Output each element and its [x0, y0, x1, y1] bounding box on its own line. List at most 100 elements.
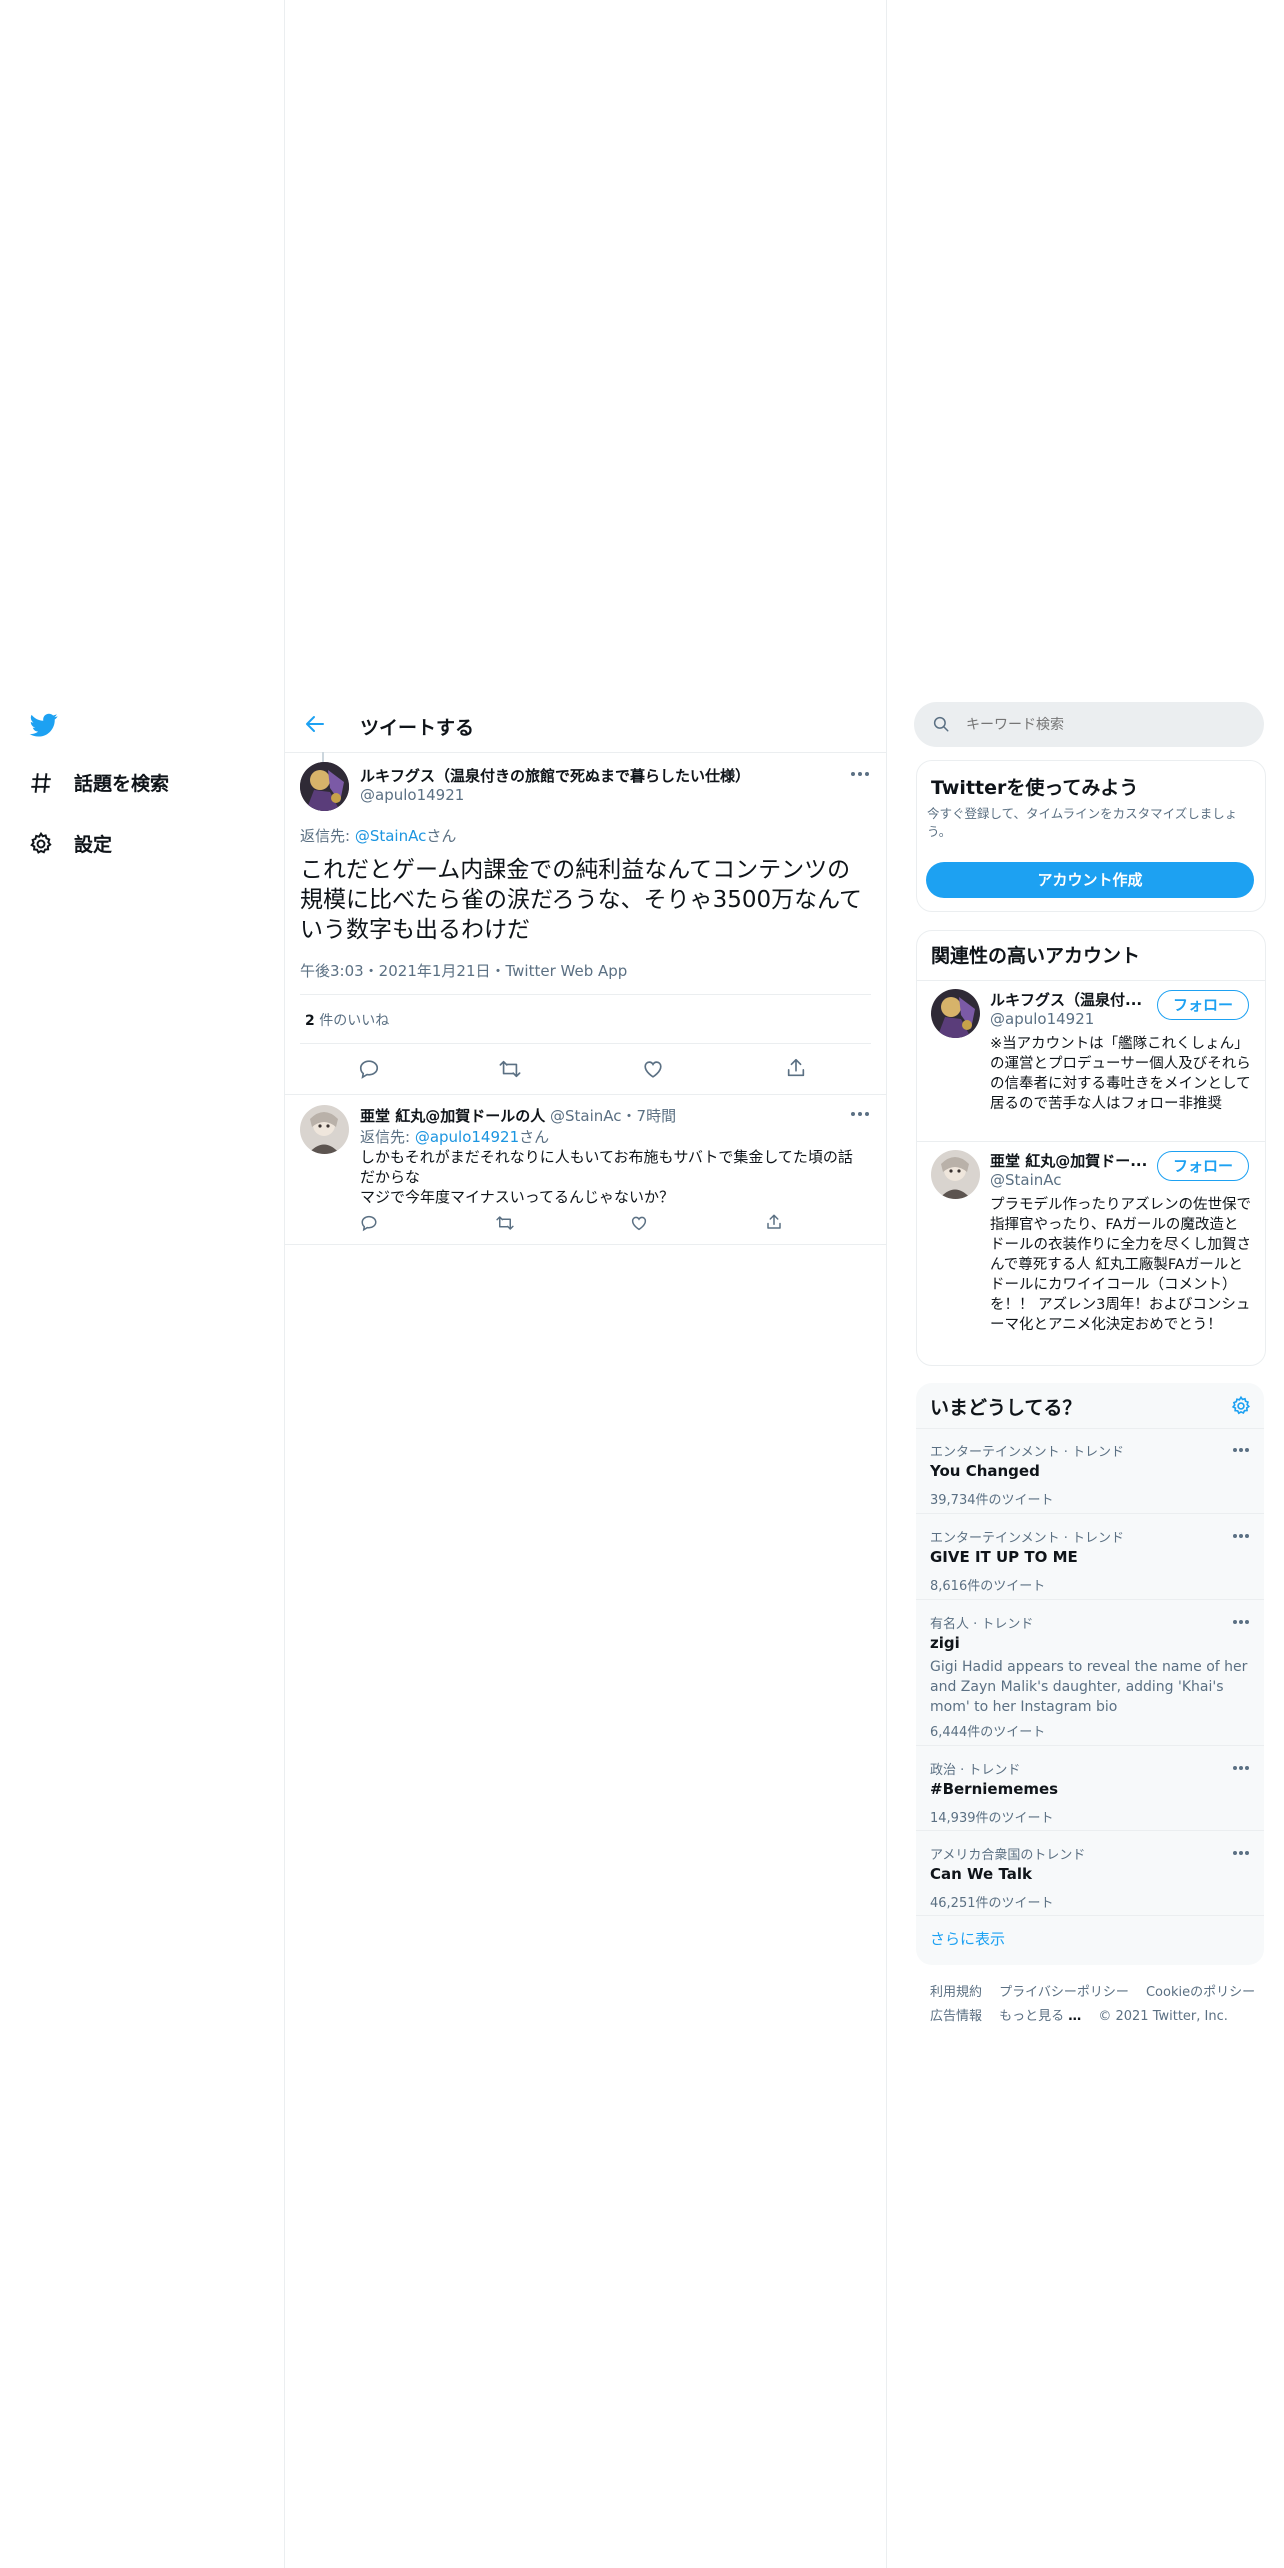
- trend-category: エンターテインメント · トレンド: [930, 1445, 1125, 1460]
- tweet-divider: [285, 1094, 886, 1095]
- reply-context: 返信先: @apulo14921さん: [360, 1126, 549, 1147]
- trend-more-icon[interactable]: [1232, 1447, 1250, 1453]
- footer-link-privacy[interactable]: プライバシーポリシー: [999, 1985, 1129, 2000]
- trend-title: Can We Talk: [930, 1865, 1032, 1883]
- tweet-meta[interactable]: 午後3:03・2021年1月21日・Twitter Web App: [300, 960, 627, 981]
- trend-count: 46,251件のツイート: [930, 1896, 1054, 1911]
- trend-item[interactable]: アメリカ合衆国のトレンド Can We Talk 46,251件のツイート: [916, 1830, 1264, 1916]
- trend-more-icon[interactable]: [1232, 1533, 1250, 1539]
- related-handle[interactable]: @StainAc: [990, 1171, 1062, 1189]
- reply-divider: [285, 1244, 886, 1245]
- reply-avatar[interactable]: [300, 1105, 349, 1154]
- back-arrow-icon[interactable]: [303, 712, 327, 736]
- trend-more-icon[interactable]: [1232, 1619, 1250, 1625]
- search-icon: [932, 715, 950, 733]
- trend-item[interactable]: エンターテインメント · トレンド GIVE IT UP TO ME 8,616…: [916, 1513, 1264, 1600]
- footer-copyright: © 2021 Twitter, Inc.: [1098, 2009, 1228, 2024]
- footer-link-more[interactable]: もっと見る …: [999, 2009, 1081, 2024]
- reply-icon[interactable]: [358, 1058, 380, 1080]
- create-account-button[interactable]: アカウント作成: [926, 862, 1254, 898]
- likes-divider: [300, 1043, 871, 1044]
- trend-title: You Changed: [930, 1462, 1040, 1480]
- reply-prefix: 返信先:: [300, 827, 355, 845]
- search-input[interactable]: [964, 710, 1248, 740]
- trend-count: 14,939件のツイート: [930, 1811, 1054, 1826]
- trend-more-icon[interactable]: [1232, 1765, 1250, 1771]
- reply-header: 亜堂 紅丸@加賀ドールの人 @StainAc・7時間: [360, 1105, 676, 1126]
- reply-like-icon[interactable]: [630, 1214, 648, 1232]
- reply-text-line2: マジで今年度マイナスいってるんじゃないか？: [360, 1188, 674, 1206]
- reply-time[interactable]: ・7時間: [622, 1107, 677, 1125]
- related-name[interactable]: 亜堂 紅丸@加賀ドー...: [990, 1150, 1147, 1171]
- footer-link-cookies[interactable]: Cookieのポリシー: [1146, 1985, 1255, 2000]
- tweet-author-handle[interactable]: @apulo14921: [360, 786, 464, 804]
- related-avatar[interactable]: [931, 989, 980, 1038]
- footer-link-terms[interactable]: 利用規約: [930, 1985, 982, 2000]
- reply-retweet-icon[interactable]: [495, 1214, 515, 1232]
- signup-desc: 今すぐ登録して、タイムラインをカスタマイズしましょう。: [927, 806, 1238, 839]
- follow-button[interactable]: フォロー: [1157, 990, 1249, 1020]
- related-handle[interactable]: @apulo14921: [990, 1010, 1094, 1028]
- trend-title: #Berniememes: [930, 1780, 1059, 1798]
- likes-label: 件のいいね: [314, 1013, 390, 1029]
- trend-category: アメリカ合衆国のトレンド: [930, 1848, 1086, 1863]
- tweet-text: これだとゲーム内課金での純利益なんてコンテンツの規模に比べたら雀の涙だろうな、そ…: [300, 857, 863, 943]
- footer-row-2: 広告情報 もっと見る … © 2021 Twitter, Inc.: [930, 2004, 1260, 2028]
- related-account-item[interactable]: 亜堂 紅丸@加賀ドー... @StainAc フォロー プラモデル作ったりアズレ…: [917, 1142, 1265, 1362]
- like-icon[interactable]: [642, 1058, 664, 1080]
- footer: 利用規約 プライバシーポリシー Cookieのポリシー 広告情報 もっと見る ……: [930, 1980, 1260, 2028]
- footer-more-label: もっと見る: [999, 2009, 1065, 2024]
- nav-settings-label: 設定: [74, 834, 113, 856]
- trend-title: GIVE IT UP TO ME: [930, 1548, 1078, 1566]
- likes-count: 2: [305, 1013, 315, 1029]
- gear-icon: [28, 831, 54, 857]
- related-title: 関連性の高いアカウント: [931, 945, 1141, 967]
- footer-link-ads[interactable]: 広告情報: [930, 2009, 982, 2024]
- trend-item[interactable]: 有名人 · トレンド zigi Gigi Hadid appears to re…: [916, 1599, 1264, 1746]
- reply-more-icon[interactable]: [850, 1110, 870, 1118]
- nav-settings[interactable]: 設定: [28, 830, 112, 857]
- reply-author-handle[interactable]: @StainAc: [550, 1107, 622, 1125]
- reply-to-link[interactable]: @StainAc: [355, 827, 427, 845]
- tweet-likes[interactable]: 2 件のいいね: [305, 1010, 389, 1030]
- meta-divider: [300, 994, 871, 995]
- trend-count: 8,616件のツイート: [930, 1579, 1046, 1594]
- trend-description: Gigi Hadid appears to reveal the name of…: [930, 1659, 1248, 1715]
- hashtag-icon: [28, 770, 54, 796]
- trend-title: zigi: [930, 1634, 960, 1652]
- related-account-item[interactable]: ルキフグス（温泉付... @apulo14921 フォロー ※当アカウントは「艦…: [917, 981, 1265, 1141]
- share-icon[interactable]: [785, 1057, 807, 1079]
- trends-title: いまどうしてる？: [930, 1397, 1082, 1419]
- reply2-prefix: 返信先:: [360, 1128, 415, 1146]
- retweet-icon[interactable]: [498, 1058, 522, 1080]
- signup-title: Twitterを使ってみよう: [931, 777, 1139, 799]
- trend-item[interactable]: 政治 · トレンド #Berniememes 14,939件のツイート: [916, 1745, 1264, 1831]
- trend-item[interactable]: エンターテインメント · トレンド You Changed 39,734件のツイ…: [916, 1428, 1264, 1514]
- trend-category: エンターテインメント · トレンド: [930, 1531, 1125, 1546]
- footer-row-1: 利用規約 プライバシーポリシー Cookieのポリシー: [930, 1980, 1260, 2004]
- reply-suffix: さん: [426, 827, 457, 845]
- twitter-logo[interactable]: [28, 711, 60, 739]
- reply-reply-icon[interactable]: [360, 1214, 378, 1232]
- reply-share-icon[interactable]: [765, 1213, 783, 1231]
- reply2-to-link[interactable]: @apulo14921: [415, 1128, 519, 1146]
- trends-settings-gear-icon[interactable]: [1230, 1395, 1252, 1417]
- tweet-author-name[interactable]: ルキフグス（温泉付きの旅館で死ぬまで暮らしたい仕様）: [360, 765, 750, 786]
- show-more-link[interactable]: さらに表示: [930, 1928, 1005, 1949]
- avatar[interactable]: [300, 762, 349, 811]
- follow-button[interactable]: フォロー: [1157, 1151, 1249, 1181]
- trend-category: 政治 · トレンド: [930, 1763, 1021, 1778]
- related-accounts-card: 関連性の高いアカウント ルキフグス（温泉付... @apulo14921 フォロ…: [916, 930, 1266, 1366]
- search-box[interactable]: [914, 702, 1264, 747]
- reply-author-name[interactable]: 亜堂 紅丸@加賀ドールの人: [360, 1107, 545, 1125]
- nav-explore[interactable]: 話題を検索: [28, 769, 169, 796]
- more-icon[interactable]: [850, 770, 870, 778]
- trend-more-icon[interactable]: [1232, 1850, 1250, 1856]
- related-name[interactable]: ルキフグス（温泉付...: [990, 989, 1142, 1010]
- related-bio: プラモデル作ったりアズレンの佐世保で指揮官やったり、FAガールの魔改造とドールの…: [990, 1197, 1251, 1333]
- tweet-reply-context: 返信先: @StainAcさん: [300, 825, 456, 846]
- trends-card: いまどうしてる？ エンターテインメント · トレンド You Changed 3…: [916, 1383, 1264, 1965]
- signup-card: Twitterを使ってみよう 今すぐ登録して、タイムラインをカスタマイズしましょ…: [916, 760, 1266, 912]
- trend-count: 39,734件のツイート: [930, 1493, 1054, 1508]
- related-avatar[interactable]: [931, 1150, 980, 1199]
